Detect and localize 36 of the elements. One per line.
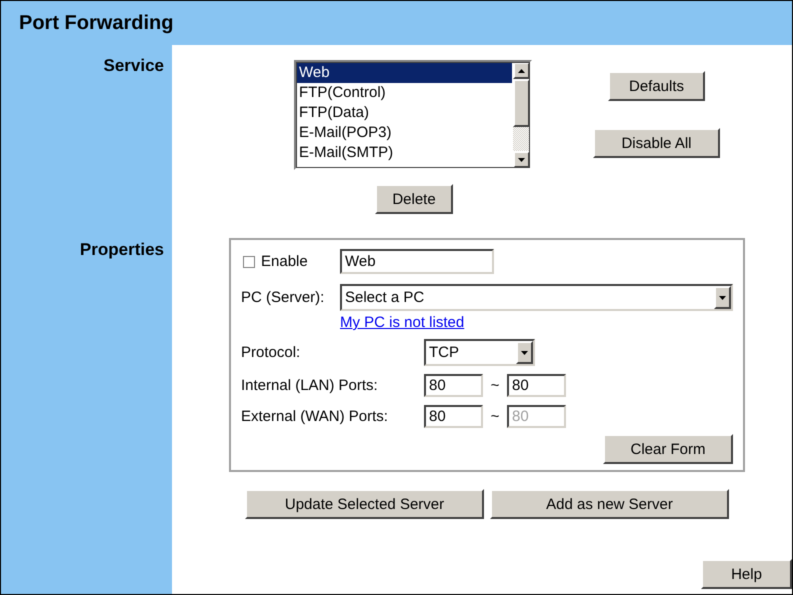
port-field[interactable]: 80 — [424, 405, 483, 428]
range-separator: ~ — [490, 377, 500, 394]
pc-select[interactable]: Select a PC — [340, 284, 733, 311]
protocol-select[interactable]: TCP — [424, 339, 535, 366]
delete-button[interactable]: Delete — [375, 184, 453, 214]
service-name-field[interactable]: Web — [340, 249, 494, 274]
page-title: Port Forwarding — [19, 12, 174, 34]
defaults-button[interactable]: Defaults — [608, 71, 705, 101]
list-item[interactable]: FTP(Data) — [297, 103, 512, 123]
update-server-button[interactable]: Update Selected Server — [245, 489, 484, 519]
list-item[interactable]: E-Mail(SMTP) — [297, 143, 512, 163]
caret-icon — [518, 158, 525, 162]
list-item[interactable]: E-Mail(POP3) — [297, 123, 512, 143]
caret-up-icon — [518, 68, 525, 72]
field-label: Internal (LAN) Ports: — [241, 377, 379, 394]
port-field[interactable]: 80 — [507, 374, 566, 397]
section-label: Properties — [80, 240, 164, 260]
enable-checkbox[interactable] — [243, 256, 255, 268]
section-label: Service — [104, 56, 164, 76]
service-listbox[interactable]: Web FTP(Control) FTP(Data) E-Mail(POP3) E-Mail(SMTP) — [294, 60, 532, 170]
field-label: External (WAN) Ports: — [241, 408, 389, 425]
caret-icon — [719, 296, 726, 300]
disable-all-button[interactable]: Disable All — [593, 128, 720, 158]
clear-form-button[interactable]: Clear Form — [603, 434, 733, 464]
scrollbar[interactable] — [513, 62, 530, 168]
not-listed-link[interactable]: My PC is not listed — [340, 314, 464, 331]
caret-icon — [521, 350, 528, 354]
field-label: PC (Server): — [241, 289, 326, 306]
enable-label: Enable — [261, 253, 308, 270]
port-field[interactable]: 80 — [424, 374, 483, 397]
field-label: Protocol: — [241, 344, 302, 361]
range-separator: ~ — [490, 408, 500, 425]
add-server-button[interactable]: Add as new Server — [490, 489, 729, 519]
list-item[interactable]: FTP(Control) — [297, 83, 512, 103]
help-button[interactable]: Help — [701, 559, 792, 589]
list-item[interactable]: Web — [297, 63, 512, 83]
